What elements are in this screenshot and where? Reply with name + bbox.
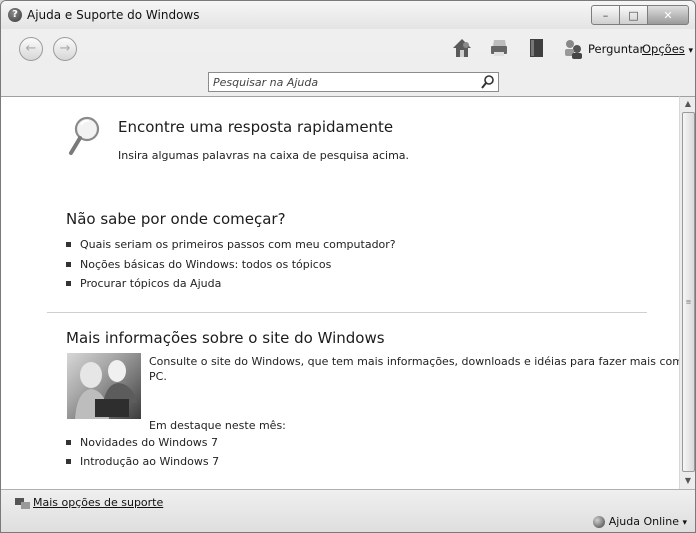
- section-divider: [47, 312, 647, 313]
- close-button[interactable]: ✕: [648, 5, 689, 25]
- options-label: Opções: [642, 42, 685, 56]
- ask-people-icon[interactable]: [562, 36, 584, 60]
- bullet-icon: [66, 261, 71, 267]
- bullet-icon: [66, 280, 71, 286]
- magnifier-icon: [69, 116, 100, 155]
- caption-buttons: – □ ✕: [591, 5, 689, 25]
- quick-answer-text: Insira algumas palavras na caixa de pesq…: [118, 149, 410, 162]
- website-text-line1: Consulte o site do Windows, que tem mais…: [149, 355, 679, 368]
- chevron-down-icon: ▾: [688, 46, 693, 56]
- bullet-icon: [66, 241, 71, 247]
- website-heading: Mais informações sobre o site do Windows: [66, 329, 385, 347]
- photo-illustration: [75, 360, 137, 419]
- online-help-label: Ajuda Online: [608, 515, 679, 528]
- forward-button[interactable]: →: [53, 37, 77, 61]
- ask-link[interactable]: Perguntar: [588, 42, 644, 56]
- website-text-line2: PC.: [149, 370, 167, 383]
- scroll-up-icon[interactable]: ▲: [680, 97, 695, 111]
- scroll-down-icon[interactable]: ▼: [680, 474, 695, 488]
- more-support-label: Mais opções de suporte: [33, 496, 164, 509]
- search-input[interactable]: [209, 73, 477, 91]
- link-whats-new[interactable]: Novidades do Windows 7: [80, 436, 218, 449]
- scroll-thumb[interactable]: ≡: [682, 112, 695, 472]
- support-icon: [15, 497, 30, 509]
- list-item[interactable]: Introdução ao Windows 7: [66, 455, 219, 468]
- more-support-link[interactable]: Mais opções de suporte: [15, 496, 163, 510]
- home-icon[interactable]: [451, 36, 473, 60]
- featured-label: Em destaque neste mês:: [149, 419, 286, 432]
- link-getting-started[interactable]: Introdução ao Windows 7: [80, 455, 219, 468]
- link-browse-topics[interactable]: Procurar tópicos da Ajuda: [80, 277, 221, 290]
- grip-icon: ≡: [685, 298, 692, 306]
- search-icon[interactable]: [480, 74, 496, 90]
- chevron-down-icon: ▾: [682, 518, 687, 528]
- options-menu[interactable]: Opções ▾: [642, 42, 693, 56]
- start-heading: Não sabe por onde começar?: [66, 210, 286, 228]
- vertical-scrollbar[interactable]: ▲ ≡ ▼: [679, 96, 695, 490]
- list-item[interactable]: Noções básicas do Windows: todos os tópi…: [66, 258, 331, 271]
- minimize-button[interactable]: –: [591, 5, 620, 25]
- bullet-icon: [66, 458, 71, 464]
- online-help-menu[interactable]: Ajuda Online ▾: [592, 515, 687, 528]
- list-item[interactable]: Procurar tópicos da Ajuda: [66, 277, 221, 290]
- print-icon[interactable]: [488, 36, 510, 60]
- people-at-computer-image: [67, 353, 141, 419]
- help-icon: ?: [8, 8, 22, 22]
- status-bar: Mais opções de suporte Ajuda Online ▾: [1, 489, 695, 532]
- title-bar: ? Ajuda e Suporte do Windows – □ ✕: [1, 1, 695, 29]
- link-windows-basics[interactable]: Noções básicas do Windows: todos os tópi…: [80, 258, 331, 271]
- help-window: ? Ajuda e Suporte do Windows – □ ✕ ← → P…: [0, 0, 696, 533]
- browse-help-icon[interactable]: [526, 36, 548, 60]
- toolbar: ← → Perguntar Opções ▾: [1, 29, 695, 95]
- quick-answer-heading: Encontre uma resposta rapidamente: [118, 118, 394, 136]
- back-button[interactable]: ←: [19, 37, 43, 61]
- link-first-steps[interactable]: Quais seriam os primeiros passos com meu…: [80, 238, 396, 251]
- list-item[interactable]: Quais seriam os primeiros passos com meu…: [66, 238, 396, 251]
- bullet-icon: [66, 439, 71, 445]
- window-title: Ajuda e Suporte do Windows: [27, 8, 200, 22]
- search-box: [208, 72, 499, 92]
- globe-icon: [592, 516, 605, 528]
- list-item[interactable]: Novidades do Windows 7: [66, 436, 218, 449]
- maximize-button[interactable]: □: [620, 5, 648, 25]
- help-content: Encontre uma resposta rapidamente Insira…: [1, 96, 679, 490]
